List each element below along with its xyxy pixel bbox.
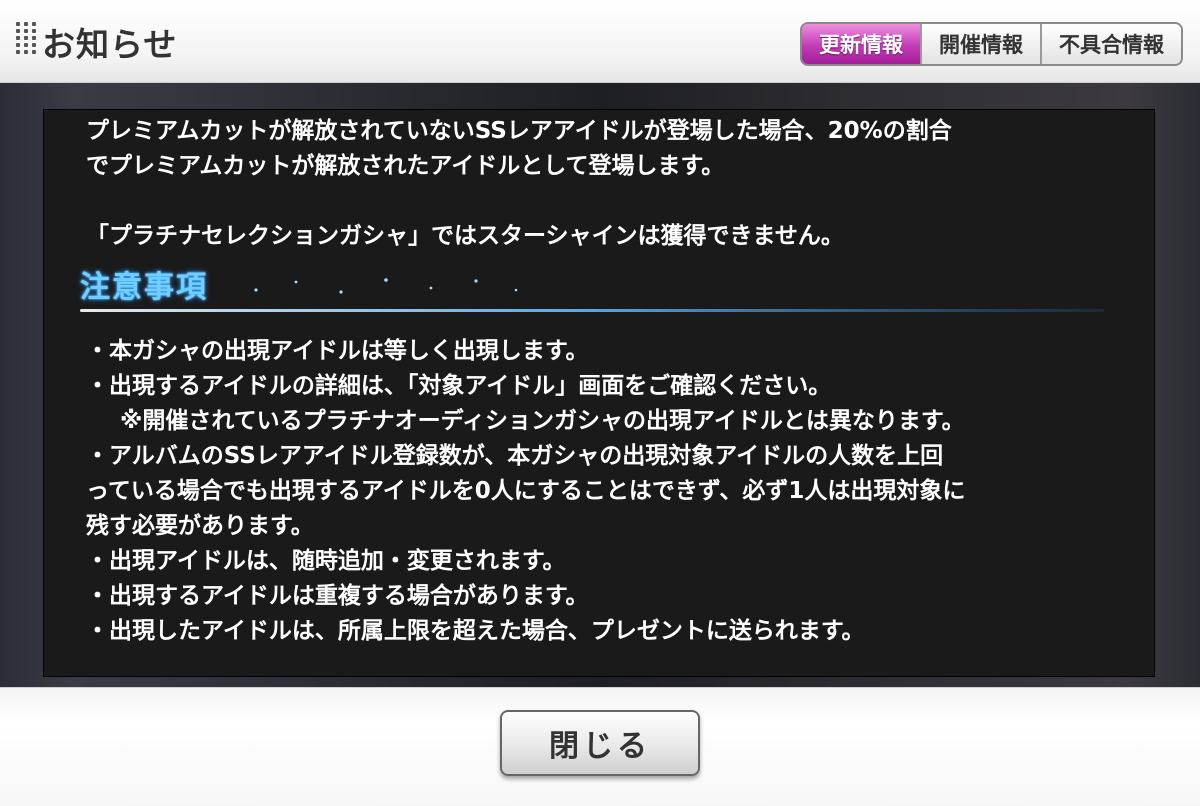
section-divider	[80, 309, 1104, 312]
list-item: ・本ガシャの出現アイドルは等しく出現します。	[86, 338, 589, 364]
notes-list: ・本ガシャの出現アイドルは等しく出現します。 ・出現するアイドルの詳細は、「対象…	[86, 334, 1106, 649]
list-item: ※開催されているプラチナオーディションガシャの出現アイドルとは異なります。	[120, 408, 965, 434]
list-item: 残す必要があります。	[86, 513, 314, 539]
dialog-title: お知らせ	[42, 25, 178, 64]
section-title: 注意事項	[80, 270, 208, 305]
list-item: ・出現したアイドルは、所属上限を超えた場合、プレゼントに送られます。	[86, 618, 865, 644]
list-item: ・出現アイドルは、随時追加・変更されます。	[86, 548, 566, 574]
list-item: ・出現するアイドルの詳細は、「対象アイドル」画面をご確認ください。	[86, 373, 832, 399]
list-item: ・アルバムのSSレアアイドル登録数が、本ガシャの出現対象アイドルの人数を上回	[86, 443, 944, 469]
tab-events[interactable]: 開催情報	[920, 24, 1040, 64]
paragraph-line: プレミアムカットが解放されていないSSレアアイドルが登場した場合、20%の割合	[86, 118, 952, 144]
section-header: 注意事項	[80, 264, 1106, 332]
dialog-header: お知らせ 更新情報 開催情報 不具合情報	[0, 0, 1200, 83]
list-item: ・出現するアイドルは重複する場合があります。	[86, 583, 589, 609]
drag-handle-icon	[16, 22, 36, 58]
paragraph-line: 「プラチナセレクションガシャ」ではスターシャインは獲得できません。	[86, 223, 844, 249]
sparkle-decoration	[254, 278, 518, 294]
close-button[interactable]: 閉じる	[500, 710, 700, 776]
paragraph-line: でプレミアムカットが解放されたアイドルとして登場します。	[86, 153, 725, 179]
list-item: っている場合でも出現するアイドルを0人にすることはできず、必ず1人は出現対象に	[86, 478, 966, 504]
tab-updates[interactable]: 更新情報	[802, 24, 920, 64]
tab-bugs[interactable]: 不具合情報	[1040, 24, 1181, 64]
notice-content: プレミアムカットが解放されていないSSレアアイドルが登場した場合、20%の割合 …	[80, 114, 1106, 649]
category-tabs: 更新情報 開催情報 不具合情報	[800, 22, 1183, 66]
notice-dialog: お知らせ 更新情報 開催情報 不具合情報 プレミアムカットが解放されていないSS…	[0, 0, 1200, 806]
dialog-footer: 閉じる	[0, 687, 1200, 806]
